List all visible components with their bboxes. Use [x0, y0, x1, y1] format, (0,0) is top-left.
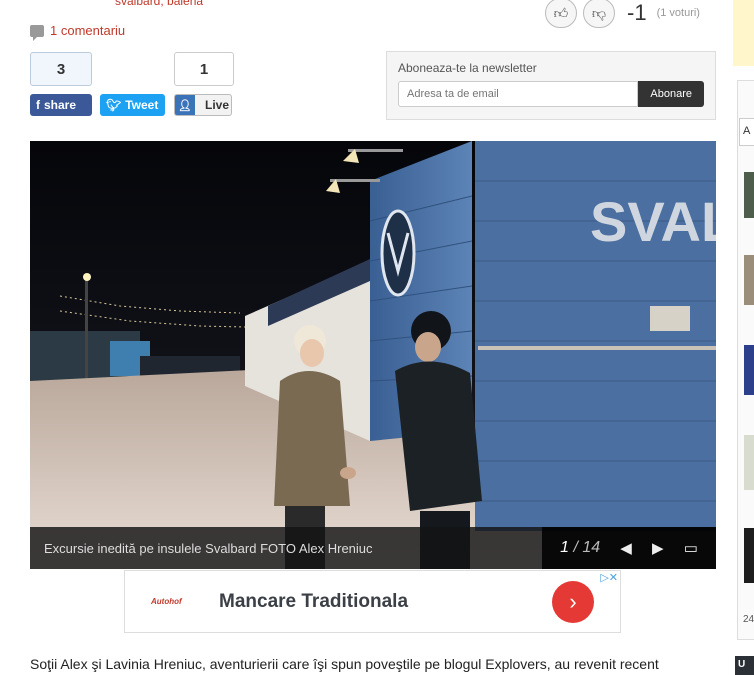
- vote-widget: 👍︎ 👎︎ -1 (1 voturi): [545, 0, 700, 28]
- gallery-counter: 1 / 14: [560, 539, 600, 557]
- right-sidebar: A 24 U: [733, 0, 754, 675]
- rail-tab[interactable]: A: [739, 118, 754, 146]
- photo-gallery[interactable]: SVAL Excursie inedită pe insulele Svalba…: [30, 141, 716, 569]
- facebook-share-label: share: [44, 98, 77, 112]
- facebook-share-button[interactable]: f share: [30, 94, 92, 116]
- facebook-icon: f: [36, 98, 40, 112]
- comment-icon: [30, 24, 44, 41]
- thumbs-down-button[interactable]: 👎︎: [583, 0, 615, 28]
- article-first-line: Soţii Alex şi Lavinia Hreniuc, aventurie…: [30, 656, 659, 672]
- thumbs-up-icon: 👍︎: [553, 4, 569, 21]
- rail-thumbnail[interactable]: [744, 528, 754, 583]
- rail-thumbnail[interactable]: [744, 172, 754, 218]
- rail-thumbnail[interactable]: [744, 345, 754, 395]
- facebook-count: 3: [30, 52, 92, 86]
- article-tags[interactable]: svalbard, balena: [115, 0, 203, 8]
- gallery-controls: 1 / 14 ◀ ▶ ▭: [542, 527, 716, 569]
- gallery-caption-bar: Excursie inedită pe insulele Svalbard FO…: [30, 527, 716, 569]
- newsletter-subscribe-button[interactable]: Abonare: [638, 81, 704, 107]
- vote-score: -1: [627, 0, 647, 25]
- vote-count: (1 voturi): [656, 7, 700, 19]
- thumbs-up-button[interactable]: 👍︎: [545, 0, 577, 28]
- ad-banner[interactable]: Autohof Mancare Traditionala › ▷✕: [124, 570, 621, 633]
- newsletter-email-input[interactable]: [398, 81, 639, 107]
- comments-link[interactable]: 1 comentariu: [30, 23, 125, 41]
- fullscreen-icon[interactable]: ▭: [684, 539, 698, 557]
- ad-chevron-right-icon[interactable]: ›: [552, 580, 594, 623]
- newsletter-box: Aboneaza-te la newsletter Abonare: [386, 51, 716, 120]
- live-share-group: 1 👤︎ Live: [174, 52, 234, 116]
- previous-arrow-icon[interactable]: ◀: [620, 539, 632, 557]
- twitter-bird-icon: 🐦︎: [106, 98, 122, 112]
- gallery-separator: /: [573, 539, 578, 556]
- newsletter-title: Aboneaza-te la newsletter: [398, 61, 537, 75]
- sign-text: SVAL: [590, 190, 716, 253]
- user-icon: 👤︎: [175, 95, 195, 115]
- ad-title[interactable]: Mancare Traditionala: [219, 591, 552, 613]
- ad-logo: Autohof: [151, 597, 182, 606]
- adchoices-close-icon[interactable]: ▷✕: [600, 571, 618, 584]
- rail-number: 24: [743, 614, 754, 625]
- rail-promo-banner: [733, 0, 754, 66]
- gallery-photo: SVAL: [30, 141, 716, 569]
- gallery-current: 1: [560, 539, 569, 556]
- gallery-caption: Excursie inedită pe insulele Svalbard FO…: [44, 540, 373, 556]
- rail-thumbnail[interactable]: [744, 435, 754, 490]
- next-arrow-icon[interactable]: ▶: [652, 539, 664, 557]
- facebook-share-group: 3 f share: [30, 52, 92, 116]
- tweet-label: Tweet: [125, 98, 159, 112]
- rail-thumbnail[interactable]: [744, 255, 754, 305]
- tweet-button[interactable]: 🐦︎ Tweet: [100, 94, 165, 116]
- live-count: 1: [174, 52, 234, 86]
- rail-badge: U: [735, 656, 754, 675]
- gallery-total: 14: [582, 539, 601, 556]
- thumbs-down-icon: 👎︎: [591, 4, 607, 21]
- twitter-share-group: 🐦︎ Tweet: [100, 94, 165, 116]
- comments-label[interactable]: 1 comentariu: [50, 23, 125, 38]
- live-label: Live: [205, 98, 230, 112]
- live-button[interactable]: 👤︎ Live: [174, 94, 232, 116]
